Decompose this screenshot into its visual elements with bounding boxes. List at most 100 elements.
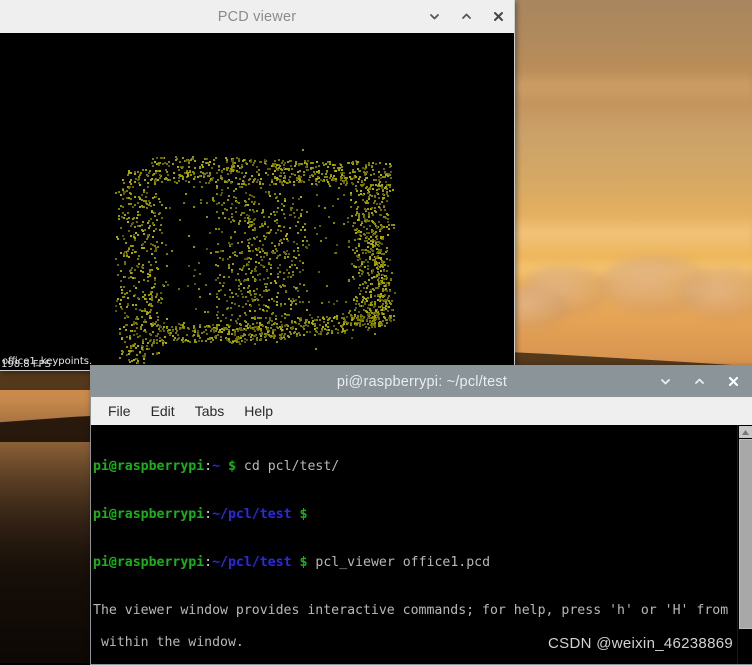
point-cloud-point	[231, 341, 234, 344]
point-cloud-point	[247, 182, 250, 185]
point-cloud-point	[186, 284, 189, 287]
pcd-point-cloud-canvas[interactable]: office1_keypoints. 198.8 FPS	[0, 33, 514, 370]
point-cloud-point	[127, 187, 130, 189]
point-cloud-point	[370, 166, 373, 169]
point-cloud-point	[317, 271, 320, 274]
point-cloud-point	[200, 332, 203, 335]
point-cloud-point	[248, 223, 251, 226]
point-cloud-point	[364, 166, 367, 168]
point-cloud-point	[346, 329, 349, 331]
point-cloud-point	[234, 231, 237, 233]
point-cloud-point	[368, 279, 371, 282]
point-cloud-point	[323, 320, 326, 323]
point-cloud-point	[294, 287, 297, 290]
terminal-body[interactable]: pi@raspberrypi:~ $ cd pcl/test/ pi@raspb…	[91, 425, 752, 664]
menu-file[interactable]: File	[99, 400, 140, 422]
point-cloud-point	[186, 175, 189, 178]
terminal-window[interactable]: pi@raspberrypi: ~/pcl/test File Edit Tab…	[90, 365, 752, 665]
point-cloud-point	[159, 223, 162, 226]
scrollbar-thumb[interactable]	[739, 439, 752, 629]
point-cloud-point	[168, 178, 171, 181]
point-cloud-point	[247, 198, 250, 200]
point-cloud-point	[234, 206, 237, 209]
point-cloud-point	[143, 318, 146, 321]
point-cloud-point	[182, 202, 185, 205]
point-cloud-point	[304, 165, 307, 168]
terminal-titlebar[interactable]: pi@raspberrypi: ~/pcl/test	[91, 366, 752, 397]
point-cloud-point	[269, 229, 272, 231]
point-cloud-point	[372, 252, 375, 255]
point-cloud-point	[318, 318, 321, 321]
point-cloud-point	[227, 258, 230, 261]
point-cloud-point	[130, 271, 133, 274]
point-cloud-point	[130, 203, 132, 206]
point-cloud-point	[350, 199, 353, 202]
point-cloud-point	[122, 255, 125, 258]
point-cloud-point	[193, 245, 196, 248]
point-cloud-point	[295, 303, 298, 306]
point-cloud-point	[366, 207, 369, 210]
point-cloud-point	[128, 229, 131, 232]
point-cloud-point	[384, 287, 387, 290]
scroll-up-arrow-icon[interactable]	[739, 426, 752, 438]
point-cloud-point	[370, 289, 373, 292]
point-cloud-point	[210, 340, 213, 343]
point-cloud-point	[302, 239, 305, 242]
point-cloud-point	[266, 226, 269, 229]
terminal-output[interactable]: pi@raspberrypi:~ $ cd pcl/test/ pi@raspb…	[91, 425, 737, 664]
point-cloud-point	[215, 202, 218, 205]
point-cloud-point	[367, 191, 370, 194]
point-cloud-point	[215, 210, 218, 213]
minimize-button[interactable]	[658, 374, 673, 389]
pcd-viewer-window[interactable]: PCD viewer office1_keypoints. 198.8 FPS	[0, 0, 515, 371]
point-cloud-point	[185, 192, 188, 195]
point-cloud-point	[141, 266, 144, 269]
point-cloud-point	[361, 251, 364, 254]
point-cloud-point	[247, 256, 250, 259]
point-cloud-point	[330, 319, 333, 322]
point-cloud-point	[164, 206, 167, 209]
point-cloud-point	[341, 169, 344, 172]
maximize-button[interactable]	[692, 374, 707, 389]
point-cloud-point	[120, 352, 123, 355]
point-cloud-point	[234, 196, 237, 199]
point-cloud-point	[123, 251, 126, 254]
point-cloud-point	[300, 319, 303, 322]
point-cloud-point	[362, 193, 365, 196]
point-cloud-point	[284, 317, 287, 320]
pcd-window-buttons	[427, 0, 506, 33]
vertical-scrollbar[interactable]	[737, 425, 752, 664]
pcd-viewer-titlebar[interactable]: PCD viewer	[0, 0, 514, 34]
minimize-button[interactable]	[427, 9, 442, 24]
maximize-button[interactable]	[459, 9, 474, 24]
point-cloud-point	[364, 252, 367, 254]
point-cloud-point	[315, 166, 318, 168]
point-cloud-point	[131, 266, 134, 269]
point-cloud-point	[165, 162, 168, 165]
point-cloud-point	[137, 281, 140, 284]
menu-edit[interactable]: Edit	[142, 400, 184, 422]
point-cloud-point	[286, 276, 289, 278]
point-cloud-point	[159, 330, 162, 333]
close-button[interactable]	[726, 374, 741, 389]
point-cloud-point	[159, 326, 162, 329]
point-cloud-point	[200, 171, 203, 173]
menu-help[interactable]: Help	[235, 400, 282, 422]
point-cloud-point	[138, 262, 141, 265]
point-cloud-point	[293, 320, 296, 323]
command-text: pcl_viewer office1.pcd	[315, 555, 491, 570]
point-cloud-point	[164, 243, 167, 246]
point-cloud-point	[308, 175, 311, 178]
point-cloud-point	[311, 173, 314, 176]
point-cloud-point	[170, 250, 173, 253]
point-cloud-point	[308, 331, 311, 334]
point-cloud-point	[202, 173, 205, 176]
close-button[interactable]	[491, 9, 506, 24]
point-cloud-point	[380, 323, 383, 326]
point-cloud-point	[375, 237, 378, 240]
point-cloud-point	[345, 300, 348, 303]
point-cloud-point	[151, 174, 154, 176]
point-cloud-point	[141, 347, 144, 350]
menu-tabs[interactable]: Tabs	[186, 400, 234, 422]
point-cloud-point	[381, 309, 384, 312]
